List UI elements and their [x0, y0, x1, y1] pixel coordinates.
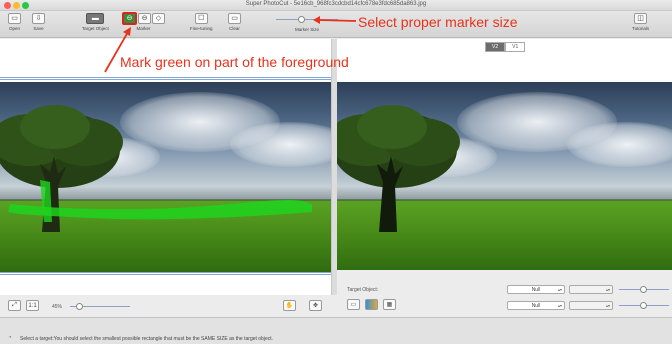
version-segmented-control[interactable]: V2 V1	[485, 42, 526, 52]
folder-icon: ▭	[8, 13, 21, 24]
target-object-select-1[interactable]: Null ▴▾	[507, 285, 565, 294]
tree-illustration	[0, 105, 312, 232]
result-image-pane: V2 V1	[337, 39, 672, 295]
source-photo[interactable]	[0, 82, 331, 272]
right-slider-2-knob[interactable]	[640, 302, 647, 309]
fine-tuning-button[interactable]: ☐ Fine-tuning	[190, 13, 213, 31]
version-v1-tab[interactable]: V1	[505, 42, 526, 52]
bottom-guide-line	[0, 272, 331, 273]
toolbar: ▭ Open ⇩ Save ▬ Target Object ⊖ ⊖ ◇ Mark…	[0, 11, 672, 38]
info-icon: ◔	[8, 335, 12, 341]
clear-button[interactable]: ▭ Clear	[228, 13, 241, 31]
empty-select-1-arrow-icon: ▴▾	[605, 287, 610, 292]
zoom-slider-knob[interactable]	[76, 303, 83, 310]
marker-green-icon[interactable]: ⊖	[122, 12, 137, 25]
marker-size-annotation: Select proper marker size	[358, 14, 518, 30]
target-object-icon: ▬	[86, 13, 105, 24]
eraser-icon[interactable]: ◇	[152, 13, 165, 24]
marker-size-control: Marker Size	[272, 13, 342, 32]
target-object-select-2[interactable]: Null ▴▾	[507, 301, 565, 310]
view-mode-1-icon[interactable]: ▭	[347, 299, 360, 310]
fine-tuning-icon: ☐	[194, 13, 208, 24]
open-label: Open	[8, 26, 20, 31]
open-button[interactable]: ▭ Open	[8, 13, 21, 31]
actual-size-button[interactable]: 1:1	[26, 300, 39, 311]
top-guide-line	[0, 77, 331, 78]
marker-button[interactable]: ⊖ ⊖ ◇ Marker	[122, 12, 165, 31]
target-object-button[interactable]: ▬ Target Object	[82, 13, 109, 31]
right-slider-1-knob[interactable]	[640, 286, 647, 293]
book-icon: ◫	[634, 13, 648, 24]
zoom-label: 45%	[52, 304, 63, 310]
target-object-label: Target Object	[82, 26, 109, 31]
select-2-arrow-icon: ▴▾	[557, 303, 562, 308]
clear-label: Clear	[229, 26, 240, 31]
target-object-field-label: Target Object:	[347, 287, 379, 293]
color-mode-icon[interactable]	[365, 299, 378, 310]
select-1-value: Null	[531, 286, 541, 293]
marker-size-label: Marker Size	[294, 27, 319, 32]
tutorials-button[interactable]: ◫ Tutorials	[632, 13, 649, 31]
hand-tool-button[interactable]: ✋	[283, 300, 296, 311]
window-title: Super PhotoCut - 5e16cb_968fc3cdcbd14cfc…	[245, 1, 427, 7]
save-button[interactable]: ⇩ Save	[32, 13, 45, 31]
result-photo	[337, 82, 672, 272]
bottom-guide-line-2	[0, 274, 331, 275]
empty-select-2-arrow-icon: ▴▾	[605, 303, 610, 308]
marker-label: Marker	[136, 26, 151, 31]
fine-tuning-label: Fine-tuning	[190, 26, 213, 31]
title-bar: Super PhotoCut - 5e16cb_968fc3cdcbd14cfc…	[0, 0, 672, 11]
status-bar: ◔ Select a target:You should select the …	[0, 317, 672, 344]
marker-size-slider-track[interactable]	[276, 19, 338, 20]
view-mode-3-icon[interactable]: ▦	[383, 299, 396, 310]
status-message: Select a target:You should select the sm…	[20, 336, 274, 342]
save-label: Save	[33, 26, 44, 31]
original-image-pane	[0, 39, 332, 295]
fit-view-button[interactable]: ⤢	[8, 300, 21, 311]
clear-icon: ▭	[228, 13, 241, 24]
select-1-arrow-icon: ▴▾	[557, 287, 562, 292]
tree-result-illustration	[337, 105, 460, 232]
download-icon: ⇩	[32, 13, 45, 24]
marker-size-slider-knob[interactable]	[297, 16, 305, 23]
app-window: Super PhotoCut - 5e16cb_968fc3cdcbd14cfc…	[0, 0, 672, 344]
empty-select-2[interactable]: ▴▾	[569, 301, 613, 310]
foreground-annotation: Mark green on part of the foreground	[120, 54, 349, 70]
right-bottom-controls: Target Object: Null ▴▾ ▴▾ ▭ ▦ Null ▴▾ ▴▾	[337, 270, 672, 317]
move-tool-button[interactable]: ✥	[309, 300, 322, 311]
marker-red-icon[interactable]: ⊖	[138, 13, 151, 24]
left-bottom-controls: ⤢ 1:1 45% ✋ ✥	[0, 295, 332, 317]
top-guide-line-2	[0, 79, 331, 80]
select-2-value: Null	[531, 302, 541, 309]
tutorials-label: Tutorials	[632, 26, 650, 31]
empty-select-1[interactable]: ▴▾	[569, 285, 613, 294]
version-v2-tab[interactable]: V2	[485, 42, 506, 52]
